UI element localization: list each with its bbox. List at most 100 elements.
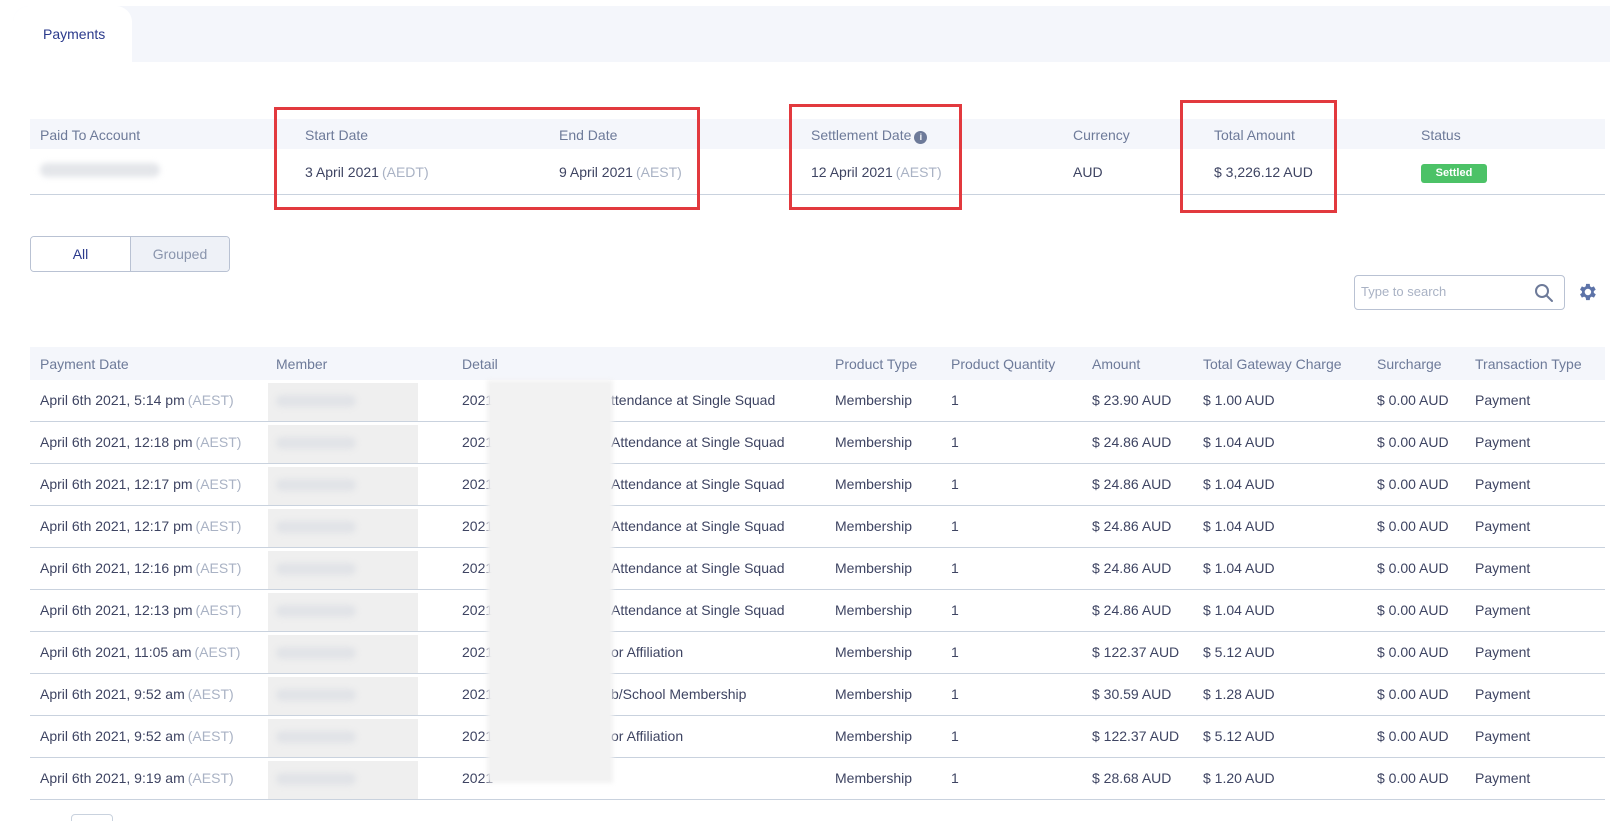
transaction-type-cell: Payment: [1475, 686, 1531, 702]
member-cell-redacted: [268, 425, 418, 463]
payment-date-cell: April 6th 2021, 9:52 am: [40, 728, 185, 744]
surcharge-cell: $ 0.00 AUD: [1377, 770, 1449, 786]
payment-date-cell: April 6th 2021, 12:13 pm: [40, 602, 193, 618]
payment-date-timezone: (AEST): [195, 518, 242, 534]
tab-payments[interactable]: Payments: [13, 6, 132, 68]
amount-cell: $ 122.37 AUD: [1092, 728, 1180, 744]
table-row[interactable]: April 6th 2021, 12:17 pm (AEST) 2021 Attend…: [30, 464, 1605, 506]
amount-cell: $ 23.90 AUD: [1092, 392, 1172, 408]
gateway-charge-cell: $ 1.04 AUD: [1203, 560, 1275, 576]
table-row[interactable]: April 6th 2021, 5:14 pm (AEST) 2021 ttendan…: [30, 380, 1605, 422]
transaction-type-cell: Payment: [1475, 434, 1531, 450]
payment-date: April 6th 2021, 11:05 am (AEST): [40, 644, 240, 660]
column-header-total-gateway-charge[interactable]: Total Gateway Charge: [1203, 356, 1342, 372]
member-cell-redacted: [268, 383, 418, 421]
detail-redaction: [487, 380, 613, 783]
product-type-cell: Membership: [835, 560, 913, 576]
transaction-type-cell: Payment: [1475, 560, 1531, 576]
amount-cell: $ 24.86 AUD: [1092, 560, 1172, 576]
payment-date-cell: April 6th 2021, 12:16 pm: [40, 560, 193, 576]
surcharge-cell: $ 0.00 AUD: [1377, 602, 1449, 618]
view-toggle: All Grouped: [30, 236, 230, 272]
transaction-type-cell: Payment: [1475, 728, 1531, 744]
member-cell-redacted: [268, 467, 418, 505]
payment-date-cell: April 6th 2021, 11:05 am: [40, 644, 192, 660]
surcharge-cell: $ 0.00 AUD: [1377, 644, 1449, 660]
table-row[interactable]: April 6th 2021, 12:13 pm (AEST) 2021 Attend…: [30, 590, 1605, 632]
search-input[interactable]: [1361, 284, 1526, 299]
payment-date: April 6th 2021, 12:17 pm (AEST): [40, 476, 241, 492]
payment-date-timezone: (AEST): [187, 392, 234, 408]
payment-date: April 6th 2021, 9:52 am (AEST): [40, 728, 234, 744]
table-row[interactable]: April 6th 2021, 12:18 pm (AEST) 2021 Attend…: [30, 422, 1605, 464]
search-box: [1354, 275, 1565, 310]
transaction-type-cell: Payment: [1475, 602, 1531, 618]
table-row[interactable]: April 6th 2021, 9:19 am (AEST) 2021 Members…: [30, 758, 1605, 800]
product-quantity-cell: 1: [951, 518, 959, 534]
payment-date: April 6th 2021, 9:19 am (AEST): [40, 770, 234, 786]
member-cell-redacted: [268, 551, 418, 589]
payment-date: April 6th 2021, 12:18 pm (AEST): [40, 434, 241, 450]
table-row[interactable]: April 6th 2021, 9:52 am (AEST) 2021 or Affi…: [30, 716, 1605, 758]
currency-value: AUD: [1073, 164, 1103, 180]
payment-date-cell: April 6th 2021, 9:19 am: [40, 770, 185, 786]
table-row[interactable]: April 6th 2021, 12:16 pm (AEST) 2021 Attend…: [30, 548, 1605, 590]
search-icon[interactable]: [1534, 283, 1554, 303]
surcharge-cell: $ 0.00 AUD: [1377, 560, 1449, 576]
gear-icon[interactable]: [1576, 281, 1598, 303]
product-type-cell: Membership: [835, 728, 913, 744]
column-header-product-quantity[interactable]: Product Quantity: [951, 356, 1055, 372]
amount-cell: $ 122.37 AUD: [1092, 644, 1180, 660]
amount-cell: $ 24.86 AUD: [1092, 518, 1172, 534]
status-header: Status: [1421, 127, 1461, 143]
detail-suffix-cell: ttendance at Single Squad: [611, 392, 776, 408]
column-header-surcharge[interactable]: Surcharge: [1377, 356, 1442, 372]
detail-suffix-cell: b/School Membership: [611, 686, 747, 702]
payment-date-timezone: (AEST): [187, 770, 234, 786]
table-row[interactable]: April 6th 2021, 9:52 am (AEST) 2021 b/Schoo…: [30, 674, 1605, 716]
transaction-type-cell: Payment: [1475, 392, 1531, 408]
product-quantity-cell: 1: [951, 476, 959, 492]
detail-suffix-cell: Attendance at Single Squad: [611, 560, 785, 576]
payment-date-cell: April 6th 2021, 5:14 pm: [40, 392, 185, 408]
column-header-transaction-type[interactable]: Transaction Type: [1475, 356, 1582, 372]
member-cell-redacted: [268, 677, 418, 715]
product-type-cell: Membership: [835, 392, 913, 408]
amount-cell: $ 24.86 AUD: [1092, 434, 1172, 450]
gateway-charge-cell: $ 5.12 AUD: [1203, 728, 1275, 744]
transaction-type-cell: Payment: [1475, 476, 1531, 492]
payment-date-timezone: (AEST): [195, 434, 242, 450]
detail-suffix-cell: Attendance at Single Squad: [611, 518, 785, 534]
table-row[interactable]: April 6th 2021, 11:05 am (AEST) 2021 or Aff…: [30, 632, 1605, 674]
payment-date-timezone: (AEST): [195, 476, 242, 492]
status-badge: Settled: [1421, 164, 1487, 183]
detail-suffix-cell: Attendance at Single Squad: [611, 434, 785, 450]
payment-date: April 6th 2021, 9:52 am (AEST): [40, 686, 234, 702]
product-type-cell: Membership: [835, 602, 913, 618]
product-quantity-cell: 1: [951, 392, 959, 408]
member-cell-redacted: [268, 509, 418, 547]
table-row[interactable]: April 6th 2021, 12:17 pm (AEST) 2021 Attend…: [30, 506, 1605, 548]
member-cell-redacted: [268, 635, 418, 673]
surcharge-cell: $ 0.00 AUD: [1377, 476, 1449, 492]
product-type-cell: Membership: [835, 686, 913, 702]
product-type-cell: Membership: [835, 476, 913, 492]
view-grouped-button[interactable]: Grouped: [130, 237, 229, 271]
transaction-type-cell: Payment: [1475, 644, 1531, 660]
gateway-charge-cell: $ 1.04 AUD: [1203, 434, 1275, 450]
transaction-type-cell: Payment: [1475, 518, 1531, 534]
member-cell-redacted: [268, 761, 418, 799]
column-header-amount[interactable]: Amount: [1092, 356, 1140, 372]
view-all-button[interactable]: All: [31, 237, 130, 271]
payment-date-timezone: (AEST): [195, 560, 242, 576]
highlight-box-total: [1180, 100, 1337, 213]
column-header-member[interactable]: Member: [276, 356, 327, 372]
pagination-control[interactable]: [71, 814, 113, 821]
currency-header: Currency: [1073, 127, 1130, 143]
column-header-payment-date[interactable]: Payment Date: [40, 356, 129, 372]
column-header-product-type[interactable]: Product Type: [835, 356, 917, 372]
product-quantity-cell: 1: [951, 434, 959, 450]
table-body: April 6th 2021, 5:14 pm (AEST) 2021 ttendan…: [30, 380, 1605, 800]
column-header-detail[interactable]: Detail: [462, 356, 498, 372]
tab-bar: [13, 6, 1610, 62]
